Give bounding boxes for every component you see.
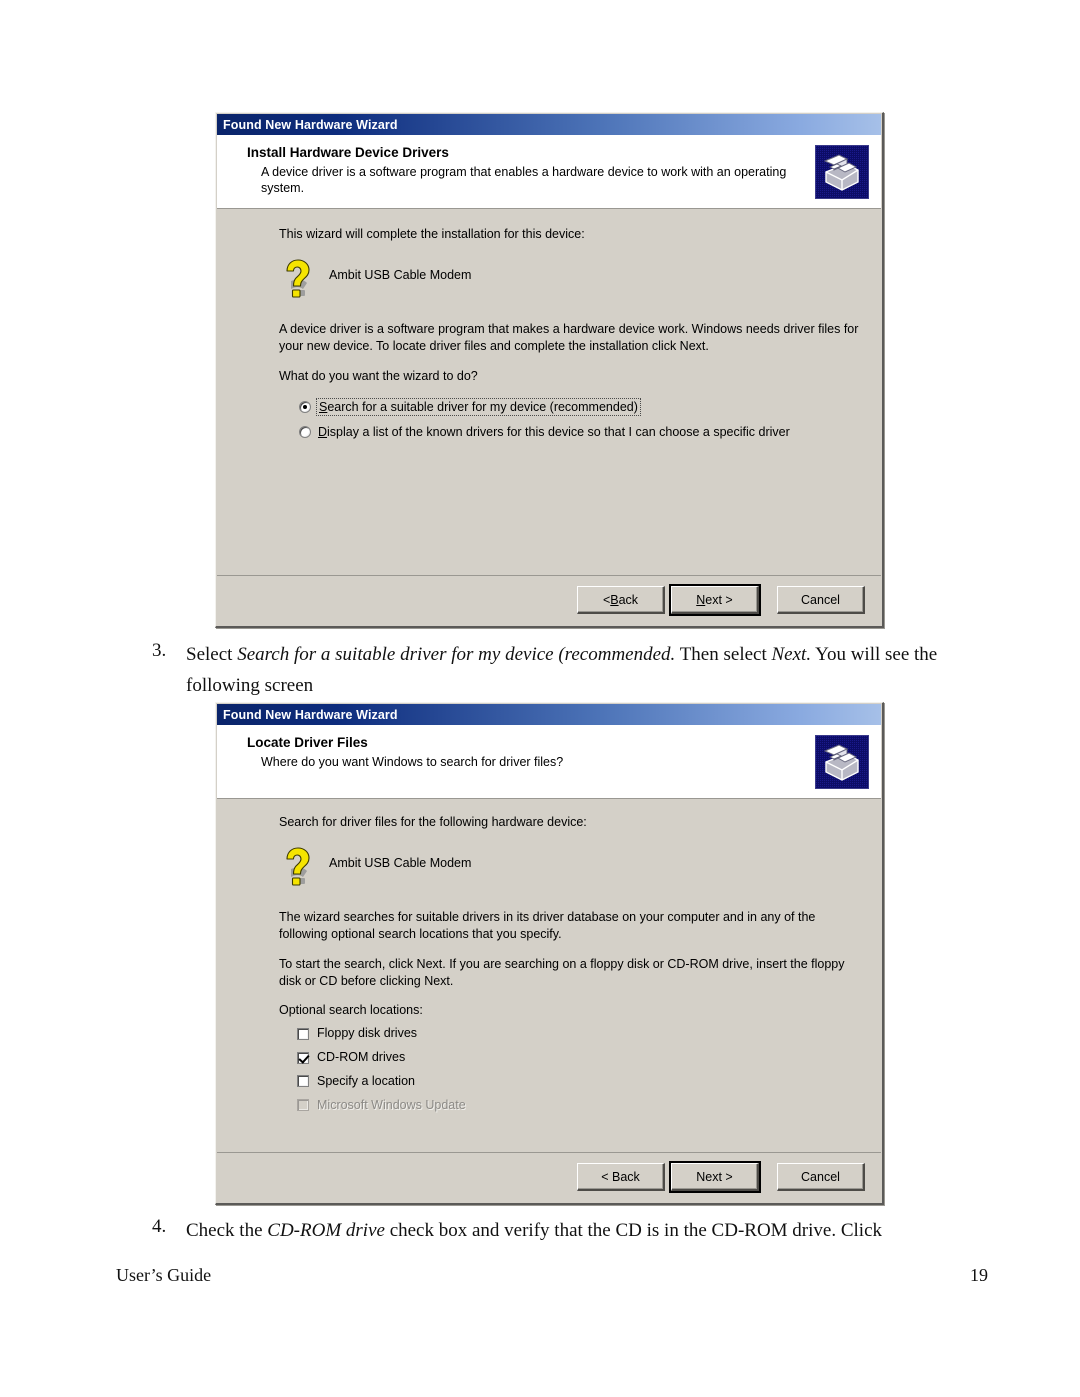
checkbox-icon-specify-a-location[interactable] — [297, 1075, 309, 1088]
wizard-page-subtitle: A device driver is a software program th… — [261, 164, 787, 196]
back-button[interactable]: < Back — [577, 586, 665, 614]
wizard-footer: < Back Next > Cancel — [217, 1152, 881, 1202]
step4-seg-0: Check the — [186, 1220, 268, 1241]
next-button-accel: N — [696, 592, 706, 607]
radio-icon-display-list[interactable] — [299, 425, 311, 438]
checkbox-icon-floppy-disk-drives[interactable] — [297, 1027, 309, 1040]
optional-search-locations-list: Floppy disk drives CD-ROM drives Specify… — [279, 1025, 859, 1114]
label-rest: isplay a list of the known drivers for t… — [327, 424, 790, 439]
back-button-post: ack — [618, 592, 639, 607]
cancel-button[interactable]: Cancel — [777, 1163, 865, 1191]
checkbox-icon-cdrom-drives[interactable] — [297, 1051, 309, 1064]
checkbox-label-cdrom-drives: CD-ROM drives — [317, 1050, 406, 1065]
radio-label-search-driver: Search for a suitable driver for my devi… — [316, 397, 641, 416]
step-4-number: 4. — [152, 1216, 167, 1237]
step4-seg-2: check box and verify that the CD is in t… — [384, 1220, 883, 1241]
next-button[interactable]: Next > — [669, 1161, 761, 1193]
device-name-label: Ambit USB Cable Modem — [329, 855, 472, 870]
next-button[interactable]: Next > — [669, 584, 761, 616]
found-new-hardware-wizard-dialog-2: Found New Hardware Wizard Locate Driver … — [215, 702, 884, 1205]
back-button[interactable]: < Back — [577, 1163, 665, 1191]
step-4-text: Check the CD-ROM drive check box and ver… — [186, 1216, 986, 1247]
unknown-device-question-icon — [279, 257, 321, 301]
step-3-number: 3. — [152, 640, 167, 661]
unknown-device-question-icon — [279, 845, 321, 889]
search-explanation-text: The wizard searches for suitable drivers… — [279, 909, 816, 941]
step3-seg-1: Search for a suitable driver for my devi… — [237, 644, 676, 665]
start-search-text: To start the search, click Next. If you … — [279, 956, 845, 988]
checkbox-row-floppy-disk-drives[interactable]: Floppy disk drives — [297, 1025, 859, 1042]
step4-seg-1: CD-ROM drive — [267, 1220, 385, 1241]
checkbox-row-specify-a-location[interactable]: Specify a location — [297, 1073, 859, 1090]
checkbox-row-microsoft-windows-update: Microsoft Windows Update — [297, 1097, 859, 1114]
checkbox-icon-microsoft-windows-update — [297, 1099, 309, 1112]
hardware-wizard-icon — [815, 145, 869, 199]
hardware-wizard-icon — [815, 735, 869, 789]
radio-icon-search-driver[interactable] — [299, 400, 311, 413]
checkbox-label-microsoft-windows-update: Microsoft Windows Update — [317, 1097, 466, 1112]
dialog-titlebar: Found New Hardware Wizard — [217, 704, 881, 725]
device-name-label: Ambit USB Cable Modem — [329, 267, 472, 282]
optional-search-locations-heading: Optional search locations: — [279, 1003, 423, 1018]
device-row: Ambit USB Cable Modem — [279, 845, 859, 891]
accel-letter: D — [318, 424, 328, 439]
wizard-page-subtitle: Where do you want Windows to search for … — [261, 754, 564, 769]
wizard-footer: < Back Next > Cancel — [217, 575, 881, 625]
locate-intro-text: Search for driver files for the followin… — [279, 815, 587, 829]
radio-option-search-driver[interactable]: Search for a suitable driver for my devi… — [299, 397, 859, 416]
wizard-option-list: Search for a suitable driver for my devi… — [279, 397, 859, 441]
checkbox-label-floppy-disk-drives: Floppy disk drives — [317, 1026, 418, 1041]
dialog-titlebar: Found New Hardware Wizard — [217, 114, 881, 135]
step3-seg-0: Select — [186, 644, 238, 665]
checkbox-row-cdrom-drives[interactable]: CD-ROM drives — [297, 1049, 859, 1066]
wizard-question-text: What do you want the wizard to do? — [279, 368, 478, 383]
install-intro-text: This wizard will complete the installati… — [279, 227, 585, 241]
dialog-title-text: Found New Hardware Wizard — [223, 117, 398, 132]
wizard-header: Locate Driver Files Where do you want Wi… — [217, 725, 881, 799]
document-page: Found New Hardware Wizard Install Hardwa… — [0, 0, 1080, 1397]
wizard-body: This wizard will complete the installati… — [217, 209, 881, 575]
step3-seg-2: Then select — [675, 644, 772, 665]
step-3-text: Select Search for a suitable driver for … — [186, 640, 986, 702]
step3-seg-3: Next. — [771, 644, 812, 665]
radio-option-display-list[interactable]: Display a list of the known drivers for … — [299, 424, 859, 440]
radio-label-display-list: Display a list of the known drivers for … — [318, 424, 790, 440]
found-new-hardware-wizard-dialog-1: Found New Hardware Wizard Install Hardwa… — [215, 112, 884, 628]
cancel-button[interactable]: Cancel — [777, 586, 865, 614]
back-button-pre: < — [602, 592, 611, 607]
next-button-post: ext > — [705, 592, 733, 607]
back-button-accel: B — [610, 592, 619, 607]
checkbox-label-specify-a-location: Specify a location — [317, 1074, 415, 1088]
footer-document-title: User’s Guide — [116, 1265, 212, 1285]
dialog-title-text: Found New Hardware Wizard — [223, 707, 398, 722]
device-row: Ambit USB Cable Modem — [279, 257, 859, 303]
driver-explanation-text: A device driver is a software program th… — [279, 321, 859, 353]
wizard-page-title: Install Hardware Device Drivers — [247, 145, 449, 160]
wizard-page-title: Locate Driver Files — [247, 735, 368, 750]
wizard-body: Search for driver files for the followin… — [217, 799, 881, 1152]
label-rest: earch for a suitable driver for my devic… — [327, 399, 638, 414]
wizard-header: Install Hardware Device Drivers A device… — [217, 135, 881, 209]
footer-page-number: 19 — [970, 1265, 988, 1285]
